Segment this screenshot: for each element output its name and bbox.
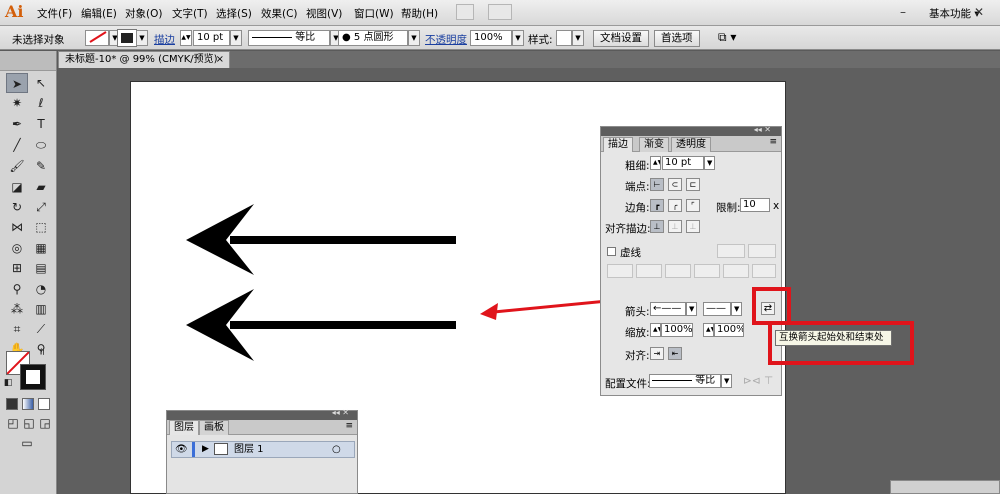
stroke-panel-titlebar[interactable]: ◂◂ ✕ xyxy=(601,125,781,136)
width-profile-value: 等比 xyxy=(695,375,716,386)
gap-field-1 xyxy=(636,264,662,278)
gap-field-2 xyxy=(694,264,720,278)
weight-stepper[interactable]: ▲▼ xyxy=(650,156,661,170)
align-inside-icon[interactable]: ⊥ xyxy=(668,220,682,233)
layers-panel: ◂◂ ✕ 图层 画板 ≡ 👁 ▶ 图层 1 ○ xyxy=(166,408,358,494)
panel-menu-icon[interactable]: ≡ xyxy=(769,137,777,147)
round-join-icon[interactable]: ╭ xyxy=(668,199,682,212)
stroke-panel-tabs: 描边 渐变 透明度 ≡ xyxy=(601,136,781,152)
dash-preserve-icon xyxy=(717,244,745,258)
expand-layer-icon[interactable]: ▶ xyxy=(202,442,209,457)
limit-label: 限制: xyxy=(716,202,741,214)
scale-end-stepper[interactable]: ▲▼ xyxy=(703,323,714,337)
arrowhead-label: 箭头: xyxy=(625,306,650,318)
flip-across-icon[interactable]: ⊤ xyxy=(764,375,773,387)
end-arrowhead-select[interactable]: —— xyxy=(703,302,731,316)
miter-join-icon[interactable]: ┏ xyxy=(650,199,664,212)
layer-thumbnail xyxy=(214,443,228,455)
layer-row[interactable]: 👁 ▶ 图层 1 ○ xyxy=(171,441,355,458)
projecting-cap-icon[interactable]: ⊏ xyxy=(686,178,700,191)
target-icon[interactable]: ○ xyxy=(332,442,341,457)
weight-input[interactable]: 10 pt xyxy=(662,156,704,170)
visibility-eye-icon[interactable]: 👁 xyxy=(175,442,188,457)
dashed-line-checkbox[interactable] xyxy=(607,247,616,256)
profile-dropdown-icon[interactable]: ▼ xyxy=(721,374,732,388)
tab-stroke-label: 描边 xyxy=(608,139,628,150)
corner-label: 边角: xyxy=(625,202,650,214)
end-arrow-dropdown-icon[interactable]: ▼ xyxy=(731,302,742,316)
scale-end-input[interactable]: 100% xyxy=(714,323,744,337)
width-profile-select[interactable]: 等比 xyxy=(649,374,721,388)
dash-field-3 xyxy=(723,264,749,278)
layer-color-bar xyxy=(192,442,195,457)
limit-unit: x xyxy=(773,200,780,212)
dash-field-1 xyxy=(607,264,633,278)
collapse-panel-icon[interactable]: ◂◂ ✕ xyxy=(754,125,771,134)
scale-start-input[interactable]: 100% xyxy=(661,323,693,337)
stroke-panel: ◂◂ ✕ 描边 渐变 透明度 ≡ 粗细: ▲▼ 10 pt ▼ 端点: ⊢ ⊂ … xyxy=(600,125,782,396)
weight-dropdown-icon[interactable]: ▼ xyxy=(704,156,715,170)
tab-gradient[interactable]: 渐变 xyxy=(639,137,669,152)
tab-layers[interactable]: 图层 xyxy=(169,420,199,435)
dash-align-icon xyxy=(748,244,776,258)
flip-along-icon[interactable]: ⊳⊲ xyxy=(743,375,761,387)
horizontal-scrollbar[interactable] xyxy=(890,480,1000,494)
uniform-profile-line-icon xyxy=(652,379,692,381)
weight-label: 粗细: xyxy=(625,160,650,172)
butt-cap-icon[interactable]: ⊢ xyxy=(650,178,664,191)
scale-label: 缩放: xyxy=(625,327,650,339)
artwork-layer xyxy=(186,204,763,361)
cap-label: 端点: xyxy=(625,181,650,193)
arrow-place-at-end-icon[interactable]: ⇤ xyxy=(668,347,682,360)
annotation-red-box-tooltip xyxy=(768,321,914,365)
align-stroke-label: 对齐描边: xyxy=(605,223,651,235)
start-arrowhead-select[interactable]: ←—— xyxy=(650,302,686,316)
arrow-2[interactable] xyxy=(186,289,456,361)
tab-stroke[interactable]: 描边 xyxy=(603,137,633,152)
arrow-align-label: 对齐: xyxy=(625,350,650,362)
layers-menu-icon[interactable]: ≡ xyxy=(345,421,353,431)
align-outside-icon[interactable]: ⊥ xyxy=(686,220,700,233)
dash-field-2 xyxy=(665,264,691,278)
start-arrow-dropdown-icon[interactable]: ▼ xyxy=(686,302,697,316)
round-cap-icon[interactable]: ⊂ xyxy=(668,178,682,191)
annotation-red-box-swap xyxy=(752,287,791,325)
layer-name[interactable]: 图层 1 xyxy=(234,442,264,457)
align-center-icon[interactable]: ⊥ xyxy=(650,220,664,233)
arrow-1[interactable] xyxy=(186,204,456,275)
tab-transparency[interactable]: 透明度 xyxy=(671,137,711,152)
bevel-join-icon[interactable]: ⌜ xyxy=(686,199,700,212)
profile-label: 配置文件: xyxy=(605,378,651,390)
layers-panel-tabs: 图层 画板 ≡ xyxy=(167,420,357,435)
layers-panel-titlebar[interactable]: ◂◂ ✕ xyxy=(167,408,357,420)
gap-field-3 xyxy=(752,264,776,278)
arrow-extend-icon[interactable]: ⇥ xyxy=(650,347,664,360)
limit-input[interactable]: 10 xyxy=(740,198,770,212)
tab-artboards[interactable]: 画板 xyxy=(199,420,229,435)
dashed-line-label: 虚线 xyxy=(620,247,641,259)
collapse-layers-icon[interactable]: ◂◂ ✕ xyxy=(332,408,349,417)
scale-start-stepper[interactable]: ▲▼ xyxy=(650,323,661,337)
